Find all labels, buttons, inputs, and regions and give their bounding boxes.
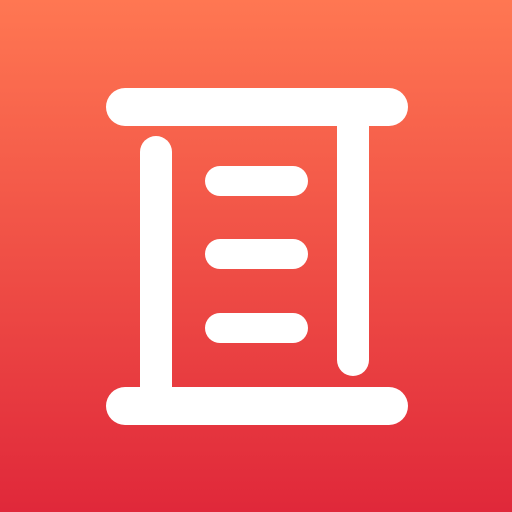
app-icon[interactable]	[0, 0, 512, 512]
scroll-right-rail	[337, 100, 369, 376]
list-line-2	[205, 239, 308, 269]
scroll-list-icon	[0, 0, 512, 512]
list-line-1	[205, 166, 308, 196]
scroll-left-rail	[140, 136, 172, 412]
list-line-3	[205, 313, 308, 343]
